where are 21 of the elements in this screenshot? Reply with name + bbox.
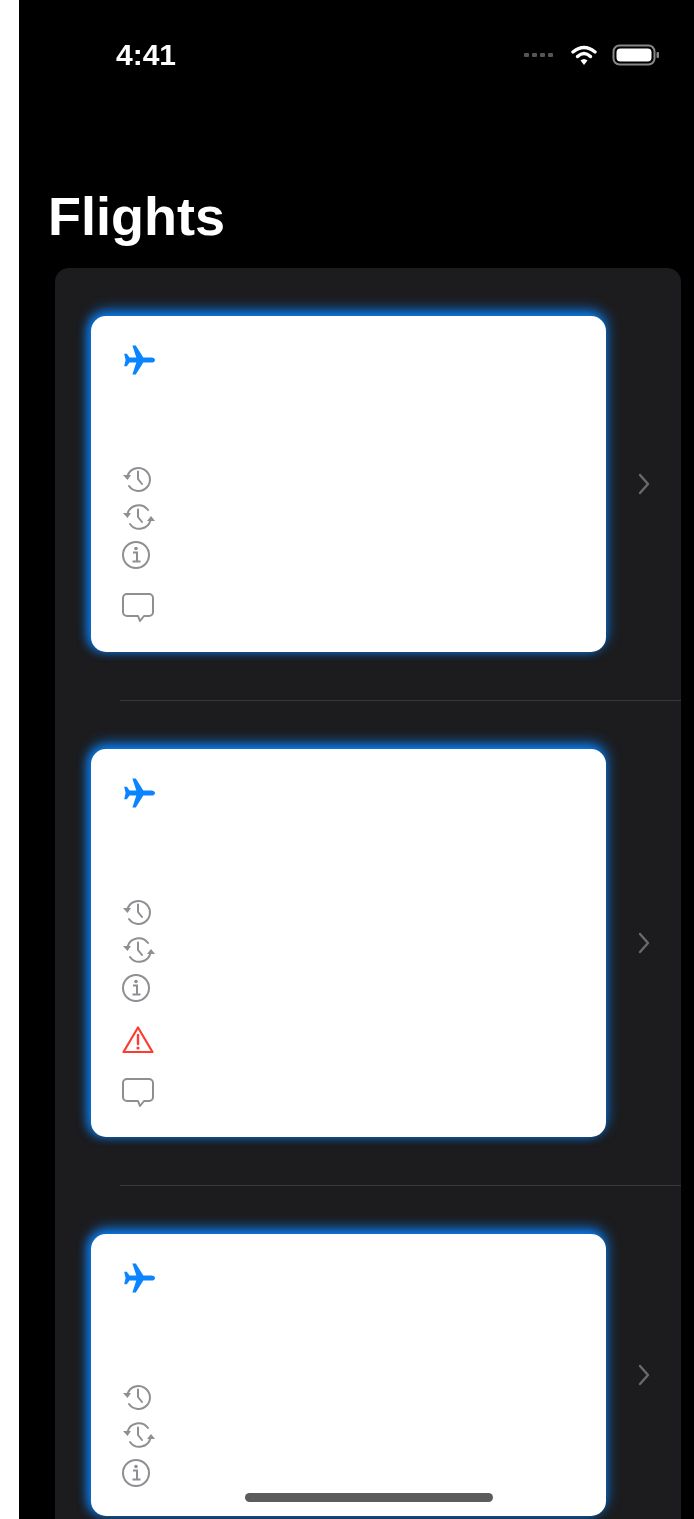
chevron-icon [637,932,650,954]
info-icon [121,973,153,1003]
warning-icon [121,1025,155,1055]
airplane-icon [121,344,157,376]
airplane-icon [121,1262,157,1294]
chevron-icon [637,1364,650,1386]
signal-icon [524,52,554,58]
flight-card[interactable] [91,1234,606,1516]
speech-bubble-icon [121,1077,155,1109]
speech-bubble-icon [121,592,155,624]
info-icon [121,540,153,570]
battery-icon [612,43,660,67]
info-icon [121,1458,153,1488]
clock-arrows-icon [121,502,157,532]
wifi-icon [570,44,598,66]
page-title: Flights [48,186,226,246]
chevron-icon [637,473,650,495]
clock-arrows-icon [121,1420,157,1450]
clock-arrows-icon [121,935,157,965]
status-time: 4:41 [116,38,177,72]
airplane-icon [121,777,157,809]
